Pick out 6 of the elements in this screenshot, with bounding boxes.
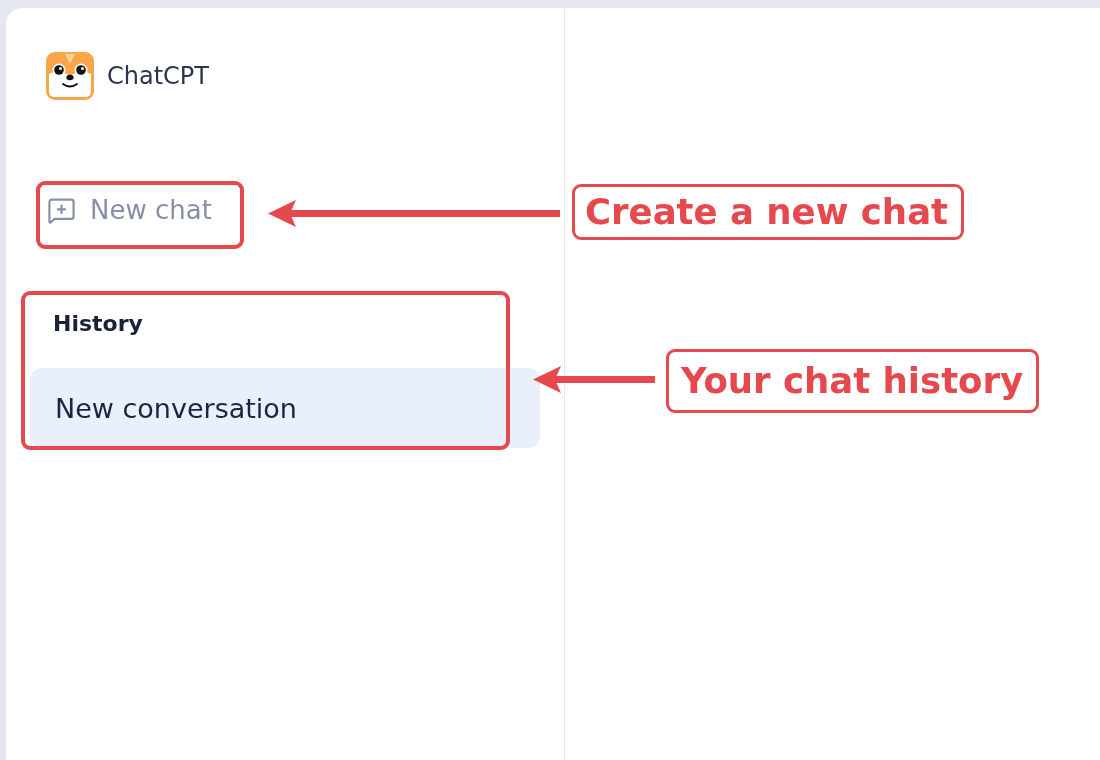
callout-label: Create a new chat bbox=[572, 184, 965, 240]
tiger-logo-icon bbox=[46, 52, 94, 100]
history-heading: History bbox=[53, 310, 143, 338]
brand-name: ChatCPT bbox=[107, 61, 209, 91]
conversation-item[interactable]: New conversation bbox=[30, 368, 540, 448]
callout-label: Your chat history bbox=[666, 349, 1040, 413]
